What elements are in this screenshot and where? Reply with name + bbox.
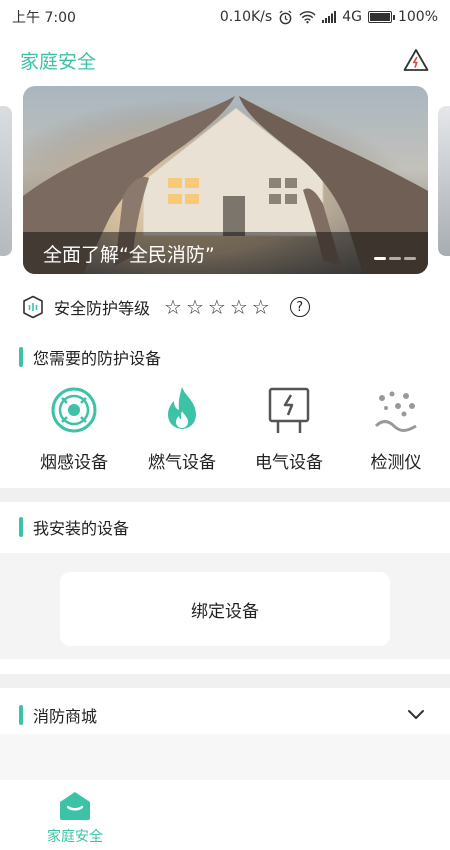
- section-accent-bar: [19, 347, 23, 367]
- banner-carousel[interactable]: 全面了解“全民消防”: [0, 86, 450, 276]
- previous-banner-peek[interactable]: [0, 106, 12, 256]
- star-rating: ☆ ☆ ☆ ☆ ☆: [164, 297, 270, 317]
- device-gas-label: 燃气设备: [148, 453, 216, 473]
- protection-section-title: 您需要的防护设备: [19, 344, 161, 370]
- smoke-detector-icon: [48, 384, 100, 436]
- carousel-dot-3[interactable]: [404, 257, 416, 260]
- device-smoke-label: 烟感设备: [40, 453, 108, 473]
- device-gas[interactable]: 燃气设备: [132, 384, 232, 473]
- warning-button[interactable]: [402, 46, 430, 74]
- star-icon: ☆: [164, 295, 182, 319]
- app-header: 家庭安全: [0, 38, 450, 82]
- bottom-tab-bar: 家庭安全: [0, 780, 450, 850]
- section-accent-bar: [19, 517, 23, 537]
- tab-home-label: 家庭安全: [47, 829, 103, 845]
- status-time: 上午 7:00: [12, 10, 76, 26]
- carousel-indicators: [374, 257, 416, 260]
- section-divider: [0, 488, 450, 502]
- protection-section-label: 您需要的防护设备: [33, 349, 162, 368]
- device-electrical[interactable]: 电气设备: [239, 384, 339, 473]
- home-shield-icon: [60, 792, 90, 820]
- status-bar: 上午 7:00 0.10K/s 4G 100%: [0, 0, 450, 34]
- section-accent-bar: [19, 705, 23, 725]
- shop-section-label: 消防商城: [33, 707, 98, 726]
- star-icon: ☆: [207, 295, 226, 319]
- network-type: 4G: [342, 9, 362, 25]
- gas-flame-icon: [156, 384, 208, 436]
- device-electrical-label: 电气设备: [255, 453, 323, 473]
- network-speed: 0.10K/s: [219, 9, 273, 25]
- star-icon: ☆: [229, 295, 248, 319]
- installed-section-title: 我安装的设备: [19, 514, 129, 540]
- battery-icon: [367, 11, 395, 23]
- wifi-icon: [299, 11, 316, 24]
- shop-content-area: [0, 734, 450, 780]
- star-icon: ☆: [185, 295, 204, 319]
- bind-device-button[interactable]: 绑定设备: [60, 572, 390, 646]
- help-icon[interactable]: ?: [289, 297, 310, 317]
- device-category-list[interactable]: 烟感设备 燃气设备 电气设备 检测仪 更多: [0, 384, 450, 476]
- tab-home-safety[interactable]: 家庭安全: [40, 790, 110, 846]
- next-banner-peek[interactable]: [438, 106, 450, 256]
- safety-level-label: 安全防护等级: [54, 299, 151, 318]
- banner-caption: 全面了解“全民消防”: [23, 232, 428, 274]
- alarm-icon: [279, 9, 292, 24]
- warning-triangle-icon: [403, 49, 429, 71]
- status-indicators: 0.10K/s 4G 100%: [220, 9, 438, 25]
- installed-section-label: 我安装的设备: [33, 519, 130, 538]
- carousel-dot-1[interactable]: [374, 257, 386, 260]
- star-icon: ☆: [251, 295, 270, 319]
- battery-percent: 100%: [397, 9, 438, 25]
- signal-icon: [322, 11, 337, 23]
- shop-section-title[interactable]: 消防商城: [19, 702, 97, 728]
- electrical-device-icon: [263, 384, 315, 436]
- chevron-down-icon: [408, 710, 424, 719]
- page-title: 家庭安全: [20, 50, 97, 73]
- shop-expand-toggle[interactable]: [406, 704, 426, 724]
- device-smoke[interactable]: 烟感设备: [24, 384, 124, 473]
- safety-level-row: 安全防护等级 ☆ ☆ ☆ ☆ ☆ ?: [22, 292, 310, 322]
- bind-device-label: 绑定设备: [191, 601, 259, 622]
- carousel-dot-2[interactable]: [389, 257, 401, 260]
- device-detector-label: 检测仪: [370, 453, 422, 473]
- detector-particles-icon: [370, 384, 422, 436]
- device-detector[interactable]: 检测仪: [346, 384, 446, 473]
- shield-level-icon: [23, 295, 43, 319]
- banner-slide[interactable]: 全面了解“全民消防”: [23, 86, 428, 274]
- section-divider: [0, 674, 450, 688]
